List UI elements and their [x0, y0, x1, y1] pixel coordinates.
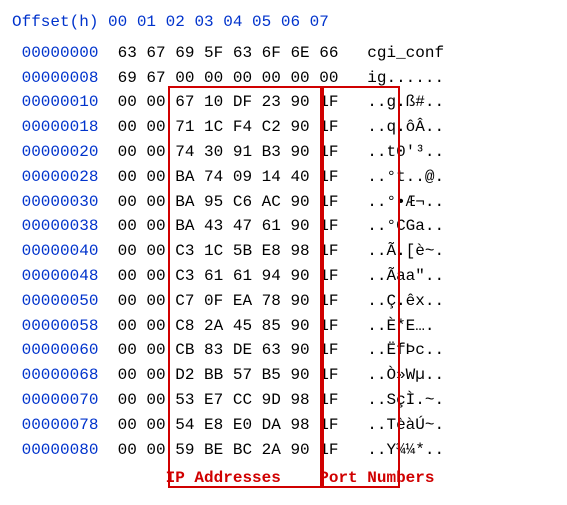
hex-row: 00000080 00 00 59 BE BC 2A 90 1F ..Y¾¼*.… [12, 438, 555, 463]
hex-row: 00000050 00 00 C7 0F EA 78 90 1F ..Ç.êx.… [12, 289, 555, 314]
hex-bytes: 00 00 C7 0F EA 78 90 1F [98, 292, 338, 310]
hex-row: 00000000 63 67 69 5F 63 6F 6E 66 cgi_con… [12, 41, 555, 66]
offset-cell: 00000050 [12, 292, 98, 310]
ascii-cell: ..Ò»Wµ.. [338, 366, 444, 384]
ascii-cell: ..g.ß#.. [338, 93, 444, 111]
hex-row: 00000058 00 00 C8 2A 45 85 90 1F ..È*E…. [12, 314, 555, 339]
hex-bytes: 69 67 00 00 00 00 00 00 [98, 69, 338, 87]
hex-bytes: 00 00 C3 61 61 94 90 1F [98, 267, 338, 285]
hex-row: 00000030 00 00 BA 95 C6 AC 90 1F ..°•Æ¬.… [12, 190, 555, 215]
ascii-cell: ig...... [338, 69, 444, 87]
hex-bytes: 00 00 59 BE BC 2A 90 1F [98, 441, 338, 459]
header-row: Offset(h) 00 01 02 03 04 05 06 07 [12, 10, 555, 35]
hex-row: 00000010 00 00 67 10 DF 23 90 1F ..g.ß#.… [12, 90, 555, 115]
offset-cell: 00000030 [12, 193, 98, 211]
hex-bytes: 00 00 67 10 DF 23 90 1F [98, 93, 338, 111]
hex-row: 00000040 00 00 C3 1C 5B E8 98 1F ..Ã.[è~… [12, 239, 555, 264]
hex-row: 00000020 00 00 74 30 91 B3 90 1F ..t0'³.… [12, 140, 555, 165]
port-numbers-label: Port Numbers [319, 469, 434, 487]
ascii-cell: ..Ãaa".. [338, 267, 444, 285]
hex-bytes: 00 00 D2 BB 57 B5 90 1F [98, 366, 338, 384]
offset-cell: 00000038 [12, 217, 98, 235]
hex-bytes: 00 00 74 30 91 B3 90 1F [98, 143, 338, 161]
offset-cell: 00000008 [12, 69, 98, 87]
offset-cell: 00000060 [12, 341, 98, 359]
offset-cell: 00000068 [12, 366, 98, 384]
hex-row: 00000038 00 00 BA 43 47 61 90 1F ..°CGa.… [12, 214, 555, 239]
hex-bytes: 00 00 CB 83 DE 63 90 1F [98, 341, 338, 359]
hex-row: 00000078 00 00 54 E8 E0 DA 98 1F ..TèàÚ~… [12, 413, 555, 438]
ascii-cell: ..Y¾¼*.. [338, 441, 444, 459]
ascii-cell: ..°•Æ¬.. [338, 193, 444, 211]
hex-bytes: 00 00 71 1C F4 C2 90 1F [98, 118, 338, 136]
offset-cell: 00000020 [12, 143, 98, 161]
offset-cell: 00000078 [12, 416, 98, 434]
hex-row: 00000060 00 00 CB 83 DE 63 90 1F ..ËfÞc.… [12, 338, 555, 363]
ascii-cell: ..SçÌ.~. [338, 391, 444, 409]
hex-bytes: 63 67 69 5F 63 6F 6E 66 [98, 44, 338, 62]
header-cols: 00 01 02 03 04 05 06 07 [98, 13, 328, 31]
hex-row: 00000048 00 00 C3 61 61 94 90 1F ..Ãaa".… [12, 264, 555, 289]
ascii-cell: ..Ç.êx.. [338, 292, 444, 310]
hex-row: 00000068 00 00 D2 BB 57 B5 90 1F ..Ò»Wµ.… [12, 363, 555, 388]
offset-cell: 00000048 [12, 267, 98, 285]
annotation-labels: IP Addresses Port Numbers [12, 466, 555, 491]
header-title: Offset(h) [12, 13, 98, 31]
offset-cell: 00000028 [12, 168, 98, 186]
hex-bytes: 00 00 C3 1C 5B E8 98 1F [98, 242, 338, 260]
hex-bytes: 00 00 54 E8 E0 DA 98 1F [98, 416, 338, 434]
ascii-cell: ..°t..@. [338, 168, 444, 186]
ascii-cell: ..°CGa.. [338, 217, 444, 235]
ascii-cell: cgi_conf [338, 44, 444, 62]
hex-row: 00000018 00 00 71 1C F4 C2 90 1F ..q.ôÂ.… [12, 115, 555, 140]
ip-addresses-label: IP Addresses [166, 469, 281, 487]
hex-bytes: 00 00 BA 74 09 14 40 1F [98, 168, 338, 186]
hex-bytes: 00 00 C8 2A 45 85 90 1F [98, 317, 338, 335]
hex-row: 00000008 69 67 00 00 00 00 00 00 ig.....… [12, 66, 555, 91]
offset-cell: 00000018 [12, 118, 98, 136]
ascii-cell: ..t0'³.. [338, 143, 444, 161]
ascii-cell: ..Ã.[è~. [338, 242, 444, 260]
offset-cell: 00000080 [12, 441, 98, 459]
offset-cell: 00000040 [12, 242, 98, 260]
offset-cell: 00000000 [12, 44, 98, 62]
ascii-cell: ..ËfÞc.. [338, 341, 444, 359]
hex-dump-body: 00000000 63 67 69 5F 63 6F 6E 66 cgi_con… [12, 41, 555, 463]
ascii-cell: ..TèàÚ~. [338, 416, 444, 434]
hex-bytes: 00 00 53 E7 CC 9D 98 1F [98, 391, 338, 409]
hex-bytes: 00 00 BA 95 C6 AC 90 1F [98, 193, 338, 211]
ascii-cell: ..q.ôÂ.. [338, 118, 444, 136]
hex-row: 00000028 00 00 BA 74 09 14 40 1F ..°t..@… [12, 165, 555, 190]
hex-bytes: 00 00 BA 43 47 61 90 1F [98, 217, 338, 235]
offset-cell: 00000058 [12, 317, 98, 335]
hex-row: 00000070 00 00 53 E7 CC 9D 98 1F ..SçÌ.~… [12, 388, 555, 413]
ascii-cell: ..È*E…. [338, 317, 434, 335]
offset-cell: 00000070 [12, 391, 98, 409]
offset-cell: 00000010 [12, 93, 98, 111]
